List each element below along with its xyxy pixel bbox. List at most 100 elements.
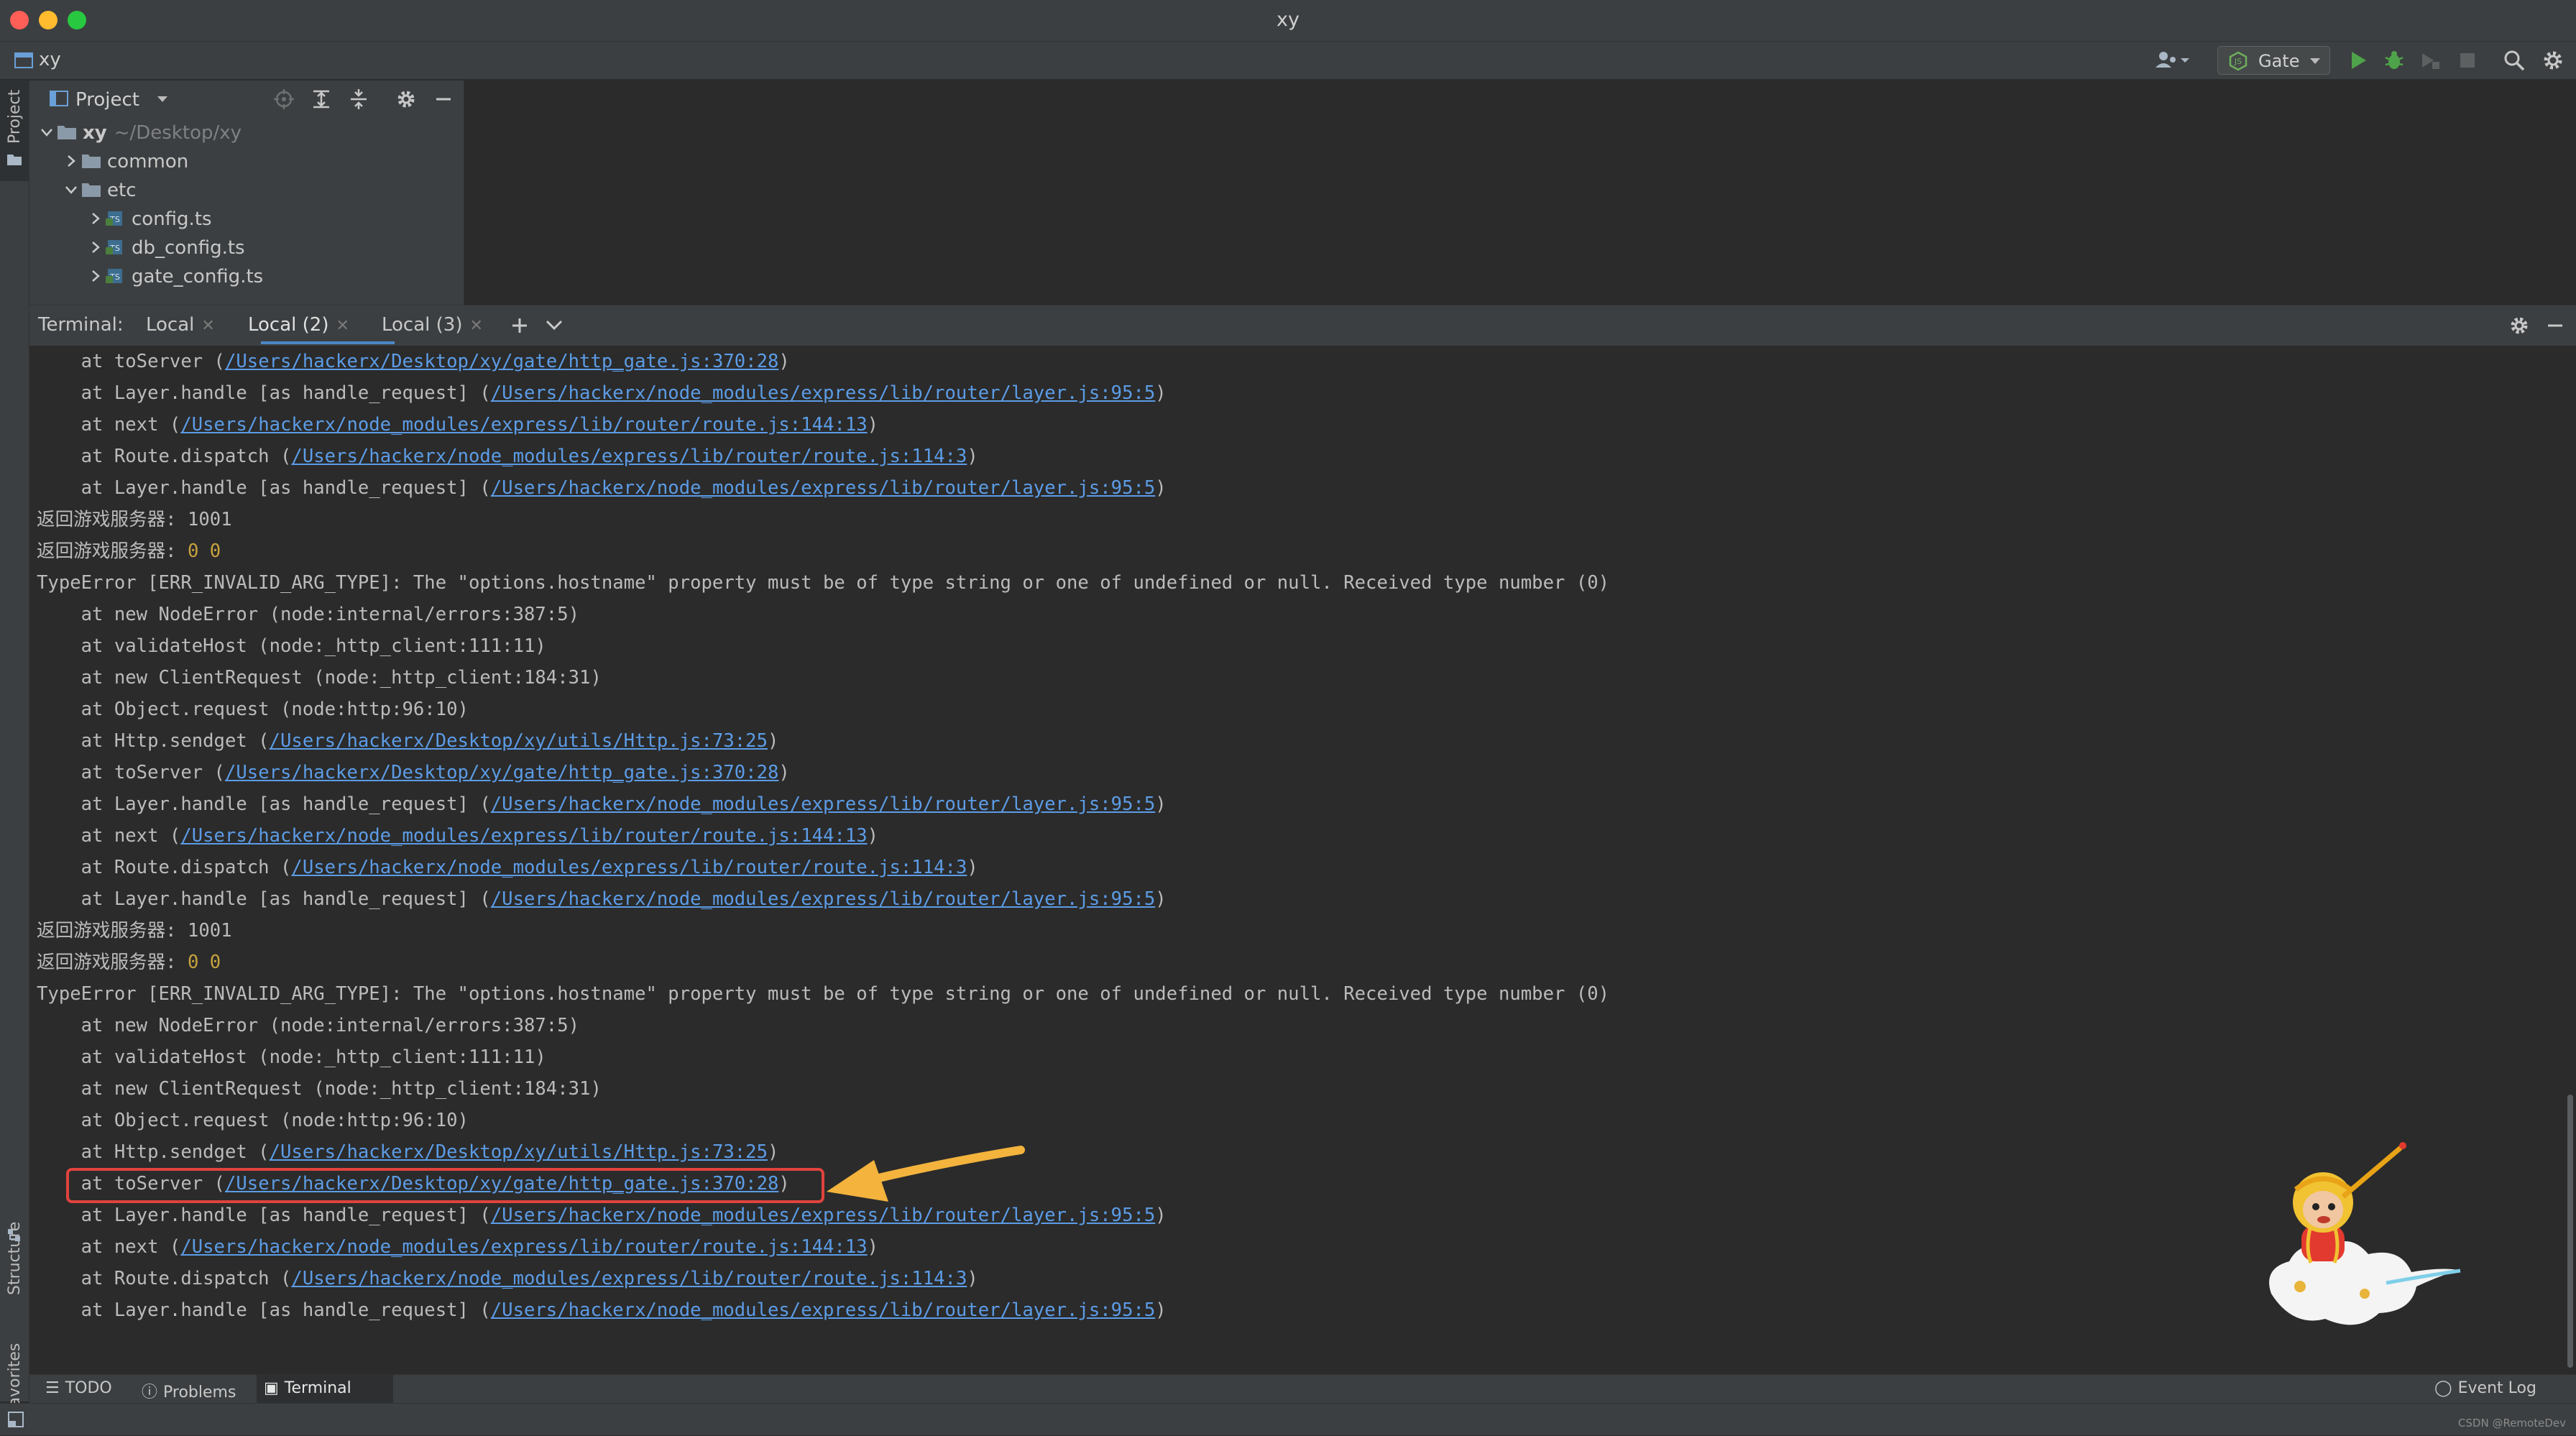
scrollbar-thumb[interactable] (2567, 1095, 2573, 1368)
run-icon[interactable] (2347, 49, 2369, 72)
line-text-end: ) (967, 857, 978, 878)
monkey-mascot-icon (2269, 1142, 2461, 1325)
terminal-tool-label: Terminal (284, 1379, 351, 1397)
chevron-right-icon[interactable] (88, 211, 103, 226)
terminal-line: at Http.sendget (/Users/hackerx/Desktop/… (37, 1136, 779, 1168)
chevron-down-icon[interactable] (40, 125, 54, 139)
file-path-link[interactable]: /Users/hackerx/node_modules/express/lib/… (291, 446, 967, 467)
file-path-link[interactable]: /Users/hackerx/node_modules/express/lib/… (491, 477, 1156, 499)
file-path-link[interactable]: /Users/hackerx/node_modules/express/lib/… (291, 1268, 967, 1289)
tree-item-xy[interactable]: xy ~/Desktop/xy (29, 118, 464, 147)
hide-panel-icon[interactable] (433, 89, 454, 109)
chevron-down-icon[interactable] (64, 183, 78, 197)
project-view-selector[interactable]: Project (75, 89, 139, 111)
terminal-output[interactable]: at toServer (/Users/hackerx/Desktop/xy/g… (29, 346, 2564, 1373)
structure-tool-tab[interactable]: Structure (0, 1137, 29, 1295)
terminal-line: at next (/Users/hackerx/node_modules/exp… (37, 820, 878, 852)
settings-gear-icon[interactable] (396, 89, 416, 109)
tree-item-db-config-ts[interactable]: TS db_config.ts (29, 233, 464, 262)
chevron-right-icon[interactable] (64, 154, 78, 168)
tree-item-etc[interactable]: etc (29, 175, 464, 204)
file-path-link[interactable]: /Users/hackerx/Desktop/xy/gate/http_gate… (225, 762, 778, 783)
terminal-tab-label: Local (3) (382, 314, 463, 336)
terminal-line: at Route.dispatch (/Users/hackerx/node_m… (37, 852, 978, 883)
list-icon: ☰ (45, 1379, 60, 1397)
line-text-end: ) (867, 825, 879, 847)
settings-gear-icon[interactable] (2542, 49, 2564, 72)
line-text: at Layer.handle [as handle_request] ( (80, 888, 491, 910)
terminal-line: 返回游戏服务器: 0 0 (37, 947, 221, 978)
terminal-line: 返回游戏服务器: 0 0 (37, 535, 221, 567)
file-path-link[interactable]: /Users/hackerx/node_modules/express/lib/… (291, 857, 967, 878)
settings-gear-icon[interactable] (2509, 316, 2529, 336)
search-everywhere-icon[interactable] (2503, 49, 2526, 72)
terminal-line: at toServer (/Users/hackerx/Desktop/xy/g… (37, 757, 790, 788)
line-text-end: ) (867, 414, 879, 436)
run-with-coverage-icon[interactable] (2419, 49, 2441, 72)
terminal-tool-button[interactable]: ▣ Terminal (264, 1379, 351, 1397)
close-icon[interactable]: ✕ (201, 317, 214, 335)
editor-area[interactable] (464, 80, 2576, 305)
event-log-button[interactable]: ◯ Event Log (2434, 1379, 2536, 1397)
expand-all-icon[interactable] (311, 89, 331, 109)
problems-tool-button[interactable]: ⓘ Problems (142, 1379, 236, 1402)
typescript-file-icon: TS (106, 211, 122, 226)
tree-item-config-ts[interactable]: TS config.ts (29, 204, 464, 233)
terminal-tab-local-2[interactable]: Local (2) ✕ (248, 314, 349, 336)
terminal-tab-local[interactable]: Local ✕ (146, 314, 215, 336)
file-path-link[interactable]: /Users/hackerx/node_modules/express/lib/… (491, 888, 1156, 910)
debug-icon[interactable] (2383, 49, 2405, 72)
nodejs-icon: JS (2229, 51, 2248, 71)
run-configuration-selector[interactable]: JS Gate (2217, 46, 2330, 75)
tree-item-gate-config-ts[interactable]: TS gate_config.ts (29, 262, 464, 290)
file-path-link[interactable]: /Users/hackerx/node_modules/express/lib/… (180, 414, 867, 436)
chevron-right-icon[interactable] (88, 240, 103, 254)
user-account-dropdown-icon[interactable] (2153, 49, 2194, 72)
speech-bubble-icon: ◯ (2434, 1379, 2452, 1397)
terminal-tab-label: Local (2) (248, 314, 329, 336)
line-text-end: ) (867, 1236, 879, 1258)
terminal-tab-label: Local (146, 314, 195, 336)
collapse-all-icon[interactable] (349, 89, 369, 109)
event-log-label: Event Log (2457, 1379, 2536, 1397)
file-path-link[interactable]: /Users/hackerx/Desktop/xy/utils/Http.js:… (270, 730, 768, 752)
plus-icon[interactable] (510, 316, 530, 336)
locate-file-icon[interactable] (274, 89, 294, 109)
favorites-tool-tab[interactable]: Favorites (0, 1264, 29, 1435)
file-path-link[interactable]: /Users/hackerx/node_modules/express/lib/… (491, 382, 1156, 404)
close-icon[interactable]: ✕ (469, 317, 482, 335)
line-text: at Http.sendget ( (80, 1141, 270, 1163)
project-tool-window: Project xy ~/Desktop/xy common etc TS config.… (29, 80, 464, 305)
chevron-right-icon[interactable] (88, 269, 103, 283)
file-path-link[interactable]: /Users/hackerx/Desktop/xy/gate/http_gate… (225, 351, 778, 372)
file-path-link[interactable]: /Users/hackerx/node_modules/express/lib/… (491, 793, 1156, 815)
line-text: at validateHost (node:_http_client:111:1… (80, 1046, 546, 1068)
status-bar: CSDN @RemoteDev (0, 1403, 2576, 1435)
line-text: at Route.dispatch ( (80, 857, 292, 878)
close-icon[interactable]: ✕ (336, 317, 349, 335)
file-path-link[interactable]: /Users/hackerx/Desktop/xy/utils/Http.js:… (270, 1141, 768, 1163)
project-tool-tab[interactable]: Project (0, 80, 29, 181)
todo-tool-button[interactable]: ☰ TODO (45, 1379, 112, 1397)
stop-icon[interactable] (2457, 49, 2478, 72)
breadcrumb-project[interactable]: xy (39, 49, 61, 70)
toggle-tool-windows-icon[interactable] (7, 1411, 26, 1428)
file-path-link[interactable]: /Users/hackerx/node_modules/express/lib/… (180, 825, 867, 847)
file-path-link[interactable]: /Users/hackerx/node_modules/express/lib/… (180, 1236, 867, 1258)
chevron-down-icon[interactable] (544, 317, 564, 334)
file-path-link[interactable]: /Users/hackerx/node_modules/express/lib/… (491, 1205, 1156, 1226)
highlight-box (66, 1168, 824, 1203)
terminal-tab-local-3[interactable]: Local (3) ✕ (382, 314, 483, 336)
chevron-down-icon[interactable] (156, 95, 169, 103)
structure-icon (8, 1229, 20, 1241)
tree-item-common[interactable]: common (29, 147, 464, 175)
terminal-scrollbar[interactable] (2564, 346, 2576, 1373)
file-path-link[interactable]: /Users/hackerx/node_modules/express/lib/… (491, 1299, 1156, 1321)
hide-panel-icon[interactable] (2545, 316, 2565, 336)
terminal-line: at validateHost (node:_http_client:111:1… (37, 630, 546, 662)
